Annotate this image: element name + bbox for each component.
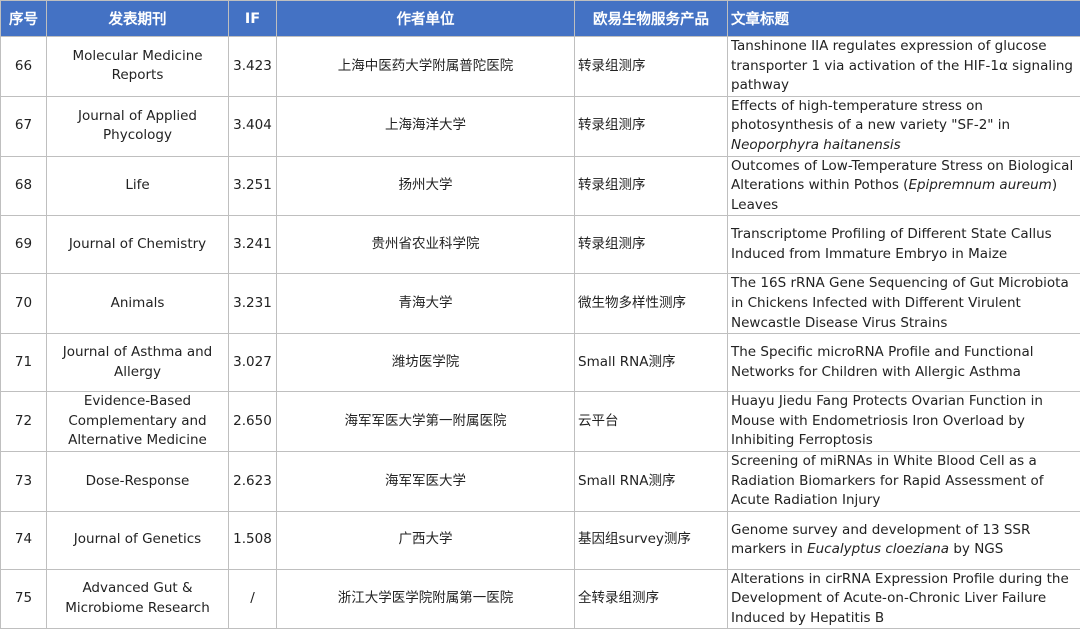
cell-service: Small RNA测序: [575, 451, 728, 511]
table-row: 72 Evidence-Based Complementary and Alte…: [1, 392, 1080, 452]
cell-title: Genome survey and development of 13 SSR …: [728, 511, 1080, 569]
cell-journal: Molecular Medicine Reports: [47, 37, 229, 97]
cell-journal: Journal of Asthma and Allergy: [47, 334, 229, 392]
cell-no: 73: [1, 451, 47, 511]
cell-if: 3.251: [229, 156, 277, 216]
cell-institution: 海军军医大学第一附属医院: [277, 392, 575, 452]
cell-title: Effects of high-temperature stress on ph…: [728, 96, 1080, 156]
cell-service: 全转录组测序: [575, 569, 728, 629]
cell-institution: 浙江大学医学院附属第一医院: [277, 569, 575, 629]
cell-journal: Animals: [47, 274, 229, 334]
cell-no: 66: [1, 37, 47, 97]
cell-no: 69: [1, 216, 47, 274]
cell-journal: Evidence-Based Complementary and Alterna…: [47, 392, 229, 452]
cell-if: 3.231: [229, 274, 277, 334]
cell-if: 3.027: [229, 334, 277, 392]
cell-service: 转录组测序: [575, 96, 728, 156]
cell-journal: Dose-Response: [47, 451, 229, 511]
header-no: 序号: [1, 1, 47, 37]
table-row: 68 Life 3.251 扬州大学 转录组测序 Outcomes of Low…: [1, 156, 1080, 216]
cell-service: 基因组survey测序: [575, 511, 728, 569]
cell-title: The 16S rRNA Gene Sequencing of Gut Micr…: [728, 274, 1080, 334]
table-row: 70 Animals 3.231 青海大学 微生物多样性测序 The 16S r…: [1, 274, 1080, 334]
cell-journal: Journal of Chemistry: [47, 216, 229, 274]
cell-service: 微生物多样性测序: [575, 274, 728, 334]
cell-service: 转录组测序: [575, 216, 728, 274]
table-header-row: 序号 发表期刊 IF 作者单位 欧易生物服务产品 文章标题: [1, 1, 1080, 37]
cell-title: Huayu Jiedu Fang Protects Ovarian Functi…: [728, 392, 1080, 452]
cell-institution: 青海大学: [277, 274, 575, 334]
table-row: 69 Journal of Chemistry 3.241 贵州省农业科学院 转…: [1, 216, 1080, 274]
cell-service: 转录组测序: [575, 37, 728, 97]
header-title: 文章标题: [728, 1, 1080, 37]
header-journal: 发表期刊: [47, 1, 229, 37]
cell-journal: Journal of Applied Phycology: [47, 96, 229, 156]
cell-title: Alterations in cirRNA Expression Profile…: [728, 569, 1080, 629]
cell-institution: 上海中医药大学附属普陀医院: [277, 37, 575, 97]
cell-title: Tanshinone IIA regulates expression of g…: [728, 37, 1080, 97]
cell-if: 2.623: [229, 451, 277, 511]
cell-journal: Advanced Gut & Microbiome Research: [47, 569, 229, 629]
species-name: Neoporphyra haitanensis: [731, 137, 901, 153]
cell-journal: Journal of Genetics: [47, 511, 229, 569]
cell-if: 2.650: [229, 392, 277, 452]
cell-if: 3.241: [229, 216, 277, 274]
cell-title: The Specific microRNA Profile and Functi…: [728, 334, 1080, 392]
cell-no: 67: [1, 96, 47, 156]
table-row: 75 Advanced Gut & Microbiome Research / …: [1, 569, 1080, 629]
cell-service: 云平台: [575, 392, 728, 452]
title-text: by NGS: [949, 541, 1003, 557]
cell-if: /: [229, 569, 277, 629]
cell-if: 1.508: [229, 511, 277, 569]
cell-no: 68: [1, 156, 47, 216]
cell-if: 3.423: [229, 37, 277, 97]
cell-no: 75: [1, 569, 47, 629]
cell-no: 74: [1, 511, 47, 569]
cell-institution: 贵州省农业科学院: [277, 216, 575, 274]
table-row: 74 Journal of Genetics 1.508 广西大学 基因组sur…: [1, 511, 1080, 569]
cell-institution: 潍坊医学院: [277, 334, 575, 392]
cell-institution: 上海海洋大学: [277, 96, 575, 156]
header-institution: 作者单位: [277, 1, 575, 37]
cell-no: 71: [1, 334, 47, 392]
cell-title: Screening of miRNAs in White Blood Cell …: [728, 451, 1080, 511]
cell-institution: 扬州大学: [277, 156, 575, 216]
table-row: 66 Molecular Medicine Reports 3.423 上海中医…: [1, 37, 1080, 97]
table-row: 67 Journal of Applied Phycology 3.404 上海…: [1, 96, 1080, 156]
cell-institution: 海军军医大学: [277, 451, 575, 511]
table-row: 73 Dose-Response 2.623 海军军医大学 Small RNA测…: [1, 451, 1080, 511]
cell-if: 3.404: [229, 96, 277, 156]
species-name: Eucalyptus cloeziana: [807, 541, 949, 557]
cell-service: Small RNA测序: [575, 334, 728, 392]
species-name: Epipremnum aureum: [908, 177, 1051, 193]
cell-service: 转录组测序: [575, 156, 728, 216]
title-text: Effects of high-temperature stress on ph…: [731, 98, 1010, 134]
cell-journal: Life: [47, 156, 229, 216]
cell-title: Outcomes of Low-Temperature Stress on Bi…: [728, 156, 1080, 216]
publication-table: 序号 发表期刊 IF 作者单位 欧易生物服务产品 文章标题 66 Molecul…: [0, 0, 1080, 629]
header-service: 欧易生物服务产品: [575, 1, 728, 37]
header-if: IF: [229, 1, 277, 37]
cell-no: 70: [1, 274, 47, 334]
cell-title: Transcriptome Profiling of Different Sta…: [728, 216, 1080, 274]
cell-institution: 广西大学: [277, 511, 575, 569]
table-row: 71 Journal of Asthma and Allergy 3.027 潍…: [1, 334, 1080, 392]
cell-no: 72: [1, 392, 47, 452]
